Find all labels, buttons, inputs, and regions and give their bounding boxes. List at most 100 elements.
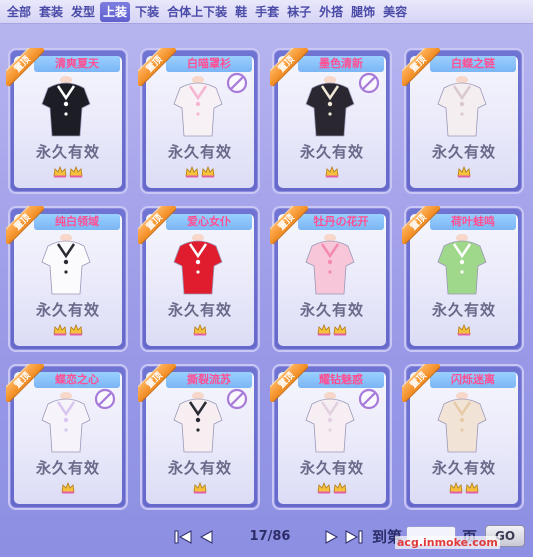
- forbidden-icon: [94, 388, 116, 410]
- crown-rating: [274, 482, 390, 494]
- crown-rating: [10, 324, 126, 336]
- crown-rating: [406, 482, 522, 494]
- item-card[interactable]: 置顶 白蝶之链永久有效: [402, 48, 524, 194]
- item-card[interactable]: 置顶 牡丹の花开 永久有效: [270, 206, 392, 352]
- forbidden-icon: [226, 388, 248, 410]
- item-duration: 永久有效: [431, 143, 496, 161]
- item-card[interactable]: 置顶 耀钻魅惑 永久有效: [270, 364, 392, 510]
- garment-icon: [437, 76, 487, 137]
- crown-rating: [142, 482, 258, 494]
- tab-2[interactable]: 发型: [68, 2, 98, 22]
- pin-ribbon-label: 置顶: [270, 48, 308, 86]
- pin-ribbon-label: 置顶: [6, 364, 44, 402]
- crown-icon: [333, 482, 347, 494]
- item-card[interactable]: 置顶 清爽夏天永久有效: [6, 48, 128, 194]
- garment-icon: [305, 76, 355, 137]
- tab-10[interactable]: 腿饰: [348, 2, 378, 22]
- first-page-icon[interactable]: [173, 528, 193, 546]
- item-card[interactable]: 置顶 白喵罩衫 永久有效: [138, 48, 260, 194]
- pin-ribbon: 置顶: [6, 364, 44, 402]
- crown-icon: [69, 166, 83, 178]
- crown-rating: [10, 166, 126, 178]
- pin-ribbon: 置顶: [270, 206, 308, 244]
- item-name: 清爽夏天: [34, 56, 120, 72]
- crown-icon: [333, 324, 347, 336]
- next-page-icon[interactable]: [322, 528, 342, 546]
- pin-ribbon-label: 置顶: [402, 206, 440, 244]
- pin-ribbon-label: 置顶: [138, 48, 176, 86]
- item-name: 墨色清新: [298, 56, 384, 72]
- crown-icon: [53, 166, 67, 178]
- pin-ribbon-label: 置顶: [6, 48, 44, 86]
- item-name: 纯白领域: [34, 214, 120, 230]
- tab-8[interactable]: 袜子: [284, 2, 314, 22]
- tab-0[interactable]: 全部: [4, 2, 34, 22]
- item-duration: 永久有效: [299, 459, 364, 477]
- garment-icon: [437, 392, 487, 453]
- crown-icon: [53, 324, 67, 336]
- item-name: 牡丹の花开: [298, 214, 384, 230]
- garment-icon: [305, 392, 355, 453]
- item-duration: 永久有效: [35, 143, 100, 161]
- item-duration: 永久有效: [431, 301, 496, 319]
- item-duration: 永久有效: [167, 459, 232, 477]
- item-duration: 永久有效: [35, 459, 100, 477]
- item-name: 白蝶之链: [430, 56, 516, 72]
- garment-icon: [173, 234, 223, 295]
- tab-7[interactable]: 手套: [252, 2, 282, 22]
- tab-3[interactable]: 上装: [100, 1, 131, 22]
- crown-icon: [193, 324, 207, 336]
- item-card[interactable]: 置顶 墨色清新永久有效: [270, 48, 392, 194]
- tab-11[interactable]: 美容: [380, 2, 410, 22]
- item-card[interactable]: 置顶 爱心女仆永久有效: [138, 206, 260, 352]
- pin-ribbon: 置顶: [6, 48, 44, 86]
- pin-ribbon-label: 置顶: [402, 364, 440, 402]
- item-duration: 永久有效: [299, 143, 364, 161]
- pin-ribbon: 置顶: [6, 206, 44, 244]
- tab-9[interactable]: 外搭: [316, 2, 346, 22]
- crown-rating: [406, 324, 522, 336]
- pin-ribbon-label: 置顶: [6, 206, 44, 244]
- tab-4[interactable]: 下装: [132, 2, 162, 22]
- crown-icon: [465, 482, 479, 494]
- forbidden-icon: [358, 72, 380, 94]
- item-card[interactable]: 置顶 荷叶蛙鸣永久有效: [402, 206, 524, 352]
- crown-rating: [274, 324, 390, 336]
- pin-ribbon: 置顶: [402, 206, 440, 244]
- crown-icon: [457, 324, 471, 336]
- pin-ribbon: 置顶: [402, 48, 440, 86]
- tab-5[interactable]: 合体上下装: [164, 2, 230, 22]
- garment-icon: [173, 76, 223, 137]
- pin-ribbon-label: 置顶: [270, 206, 308, 244]
- last-page-icon[interactable]: [344, 528, 364, 546]
- item-name: 耀钻魅惑: [298, 372, 384, 388]
- item-name: 荷叶蛙鸣: [430, 214, 516, 230]
- pin-ribbon: 置顶: [138, 206, 176, 244]
- item-name: 爱心女仆: [166, 214, 252, 230]
- tab-6[interactable]: 鞋: [232, 2, 250, 22]
- crown-icon: [193, 482, 207, 494]
- item-card[interactable]: 置顶 闪烁迷离 永久有效: [402, 364, 524, 510]
- crown-icon: [325, 166, 339, 178]
- item-duration: 永久有效: [167, 301, 232, 319]
- item-card[interactable]: 置顶 蝶恋之心 永久有效: [6, 364, 128, 510]
- garment-icon: [437, 234, 487, 295]
- tab-1[interactable]: 套装: [36, 2, 66, 22]
- pin-ribbon-label: 置顶: [402, 48, 440, 86]
- crown-icon: [61, 482, 75, 494]
- category-tab-bar: 全部 套装 发型 上装 下装 合体上下装鞋手套 袜子 外搭 腿饰 美容: [0, 0, 533, 24]
- prev-page-icon[interactable]: [196, 528, 216, 546]
- crown-icon: [317, 482, 331, 494]
- item-name: 撕裂流苏: [166, 372, 252, 388]
- crown-icon: [317, 324, 331, 336]
- garment-icon: [173, 392, 223, 453]
- crown-icon: [201, 166, 215, 178]
- watermark-text: acg.inmoke.com: [395, 536, 500, 549]
- crown-rating: [142, 166, 258, 178]
- crown-icon: [185, 166, 199, 178]
- item-card[interactable]: 置顶 撕裂流苏 永久有效: [138, 364, 260, 510]
- crown-icon: [457, 166, 471, 178]
- item-card[interactable]: 置顶 纯白领域 永久有效: [6, 206, 128, 352]
- garment-icon: [305, 234, 355, 295]
- crown-icon: [69, 324, 83, 336]
